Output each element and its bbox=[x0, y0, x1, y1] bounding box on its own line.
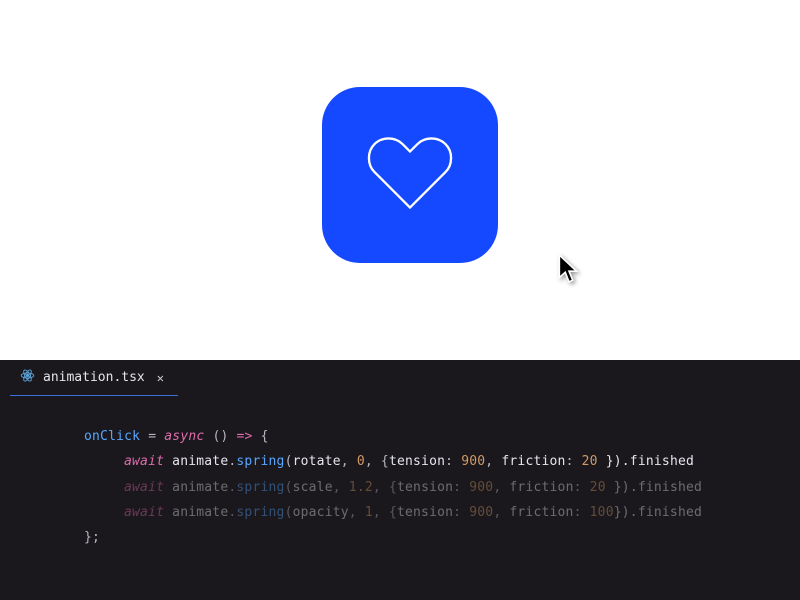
tab-bar: animation.tsx ✕ bbox=[0, 360, 800, 396]
react-icon bbox=[20, 368, 35, 387]
heart-icon bbox=[363, 131, 457, 220]
code-editor: animation.tsx ✕ onClick = async () => { … bbox=[0, 360, 800, 600]
code-line-5: }; bbox=[84, 525, 800, 550]
tab-filename: animation.tsx bbox=[43, 370, 145, 385]
close-icon[interactable]: ✕ bbox=[157, 371, 164, 385]
cursor-icon bbox=[557, 254, 581, 289]
code-line-3: await animate.spring(scale, 1.2, {tensio… bbox=[84, 475, 800, 500]
heart-button[interactable] bbox=[322, 87, 498, 263]
code-line-1: onClick = async () => { bbox=[84, 424, 800, 449]
tab-animation-tsx[interactable]: animation.tsx ✕ bbox=[10, 360, 178, 396]
code-line-2: await animate.spring(rotate, 0, {tension… bbox=[84, 449, 800, 474]
code-content[interactable]: onClick = async () => { await animate.sp… bbox=[0, 396, 800, 551]
code-line-4: await animate.spring(opacity, 1, {tensio… bbox=[84, 500, 800, 525]
preview-panel bbox=[0, 0, 800, 360]
